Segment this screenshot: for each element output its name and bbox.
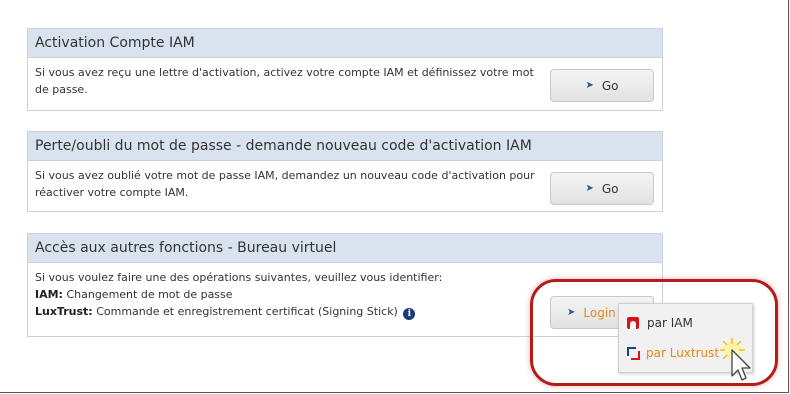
menu-item-label: par Luxtrust: [646, 346, 720, 360]
panel-title: Accès aux autres fonctions - Bureau virt…: [28, 234, 662, 263]
iam-logo-icon: [627, 317, 639, 329]
activation-panel: Activation Compte IAM Si vous avez reçu …: [27, 28, 663, 111]
password-reset-go-button[interactable]: ➤ Go: [550, 172, 654, 205]
button-label: Go: [601, 181, 619, 196]
arrow-right-icon: ➤: [585, 183, 594, 194]
luxtrust-label: LuxTrust:: [35, 305, 93, 318]
luxtrust-logo-icon: [627, 346, 640, 360]
menu-item-iam[interactable]: par IAM: [627, 313, 693, 333]
password-reset-panel: Perte/oubli du mot de passe - demande no…: [27, 131, 663, 212]
panel-title: Perte/oubli du mot de passe - demande no…: [28, 132, 662, 161]
panel-description: Si vous avez reçu une lettre d'activatio…: [35, 66, 534, 96]
iam-description: Changement de mot de passe: [66, 288, 233, 301]
mouse-pointer-icon: [720, 338, 751, 381]
panel-description: Si vous avez oublié votre mot de passe I…: [35, 169, 535, 199]
button-label: Go: [601, 78, 619, 93]
panel-title: Activation Compte IAM: [28, 29, 662, 58]
menu-item-label: par IAM: [647, 316, 693, 330]
luxtrust-description: Commande et enregistrement certificat (S…: [96, 305, 398, 318]
iam-label: IAM:: [35, 288, 63, 301]
arrow-right-icon: ➤: [585, 80, 594, 91]
activation-go-button[interactable]: ➤ Go: [550, 69, 654, 102]
info-icon[interactable]: i: [403, 308, 416, 320]
menu-item-luxtrust[interactable]: par Luxtrust: [627, 343, 719, 363]
